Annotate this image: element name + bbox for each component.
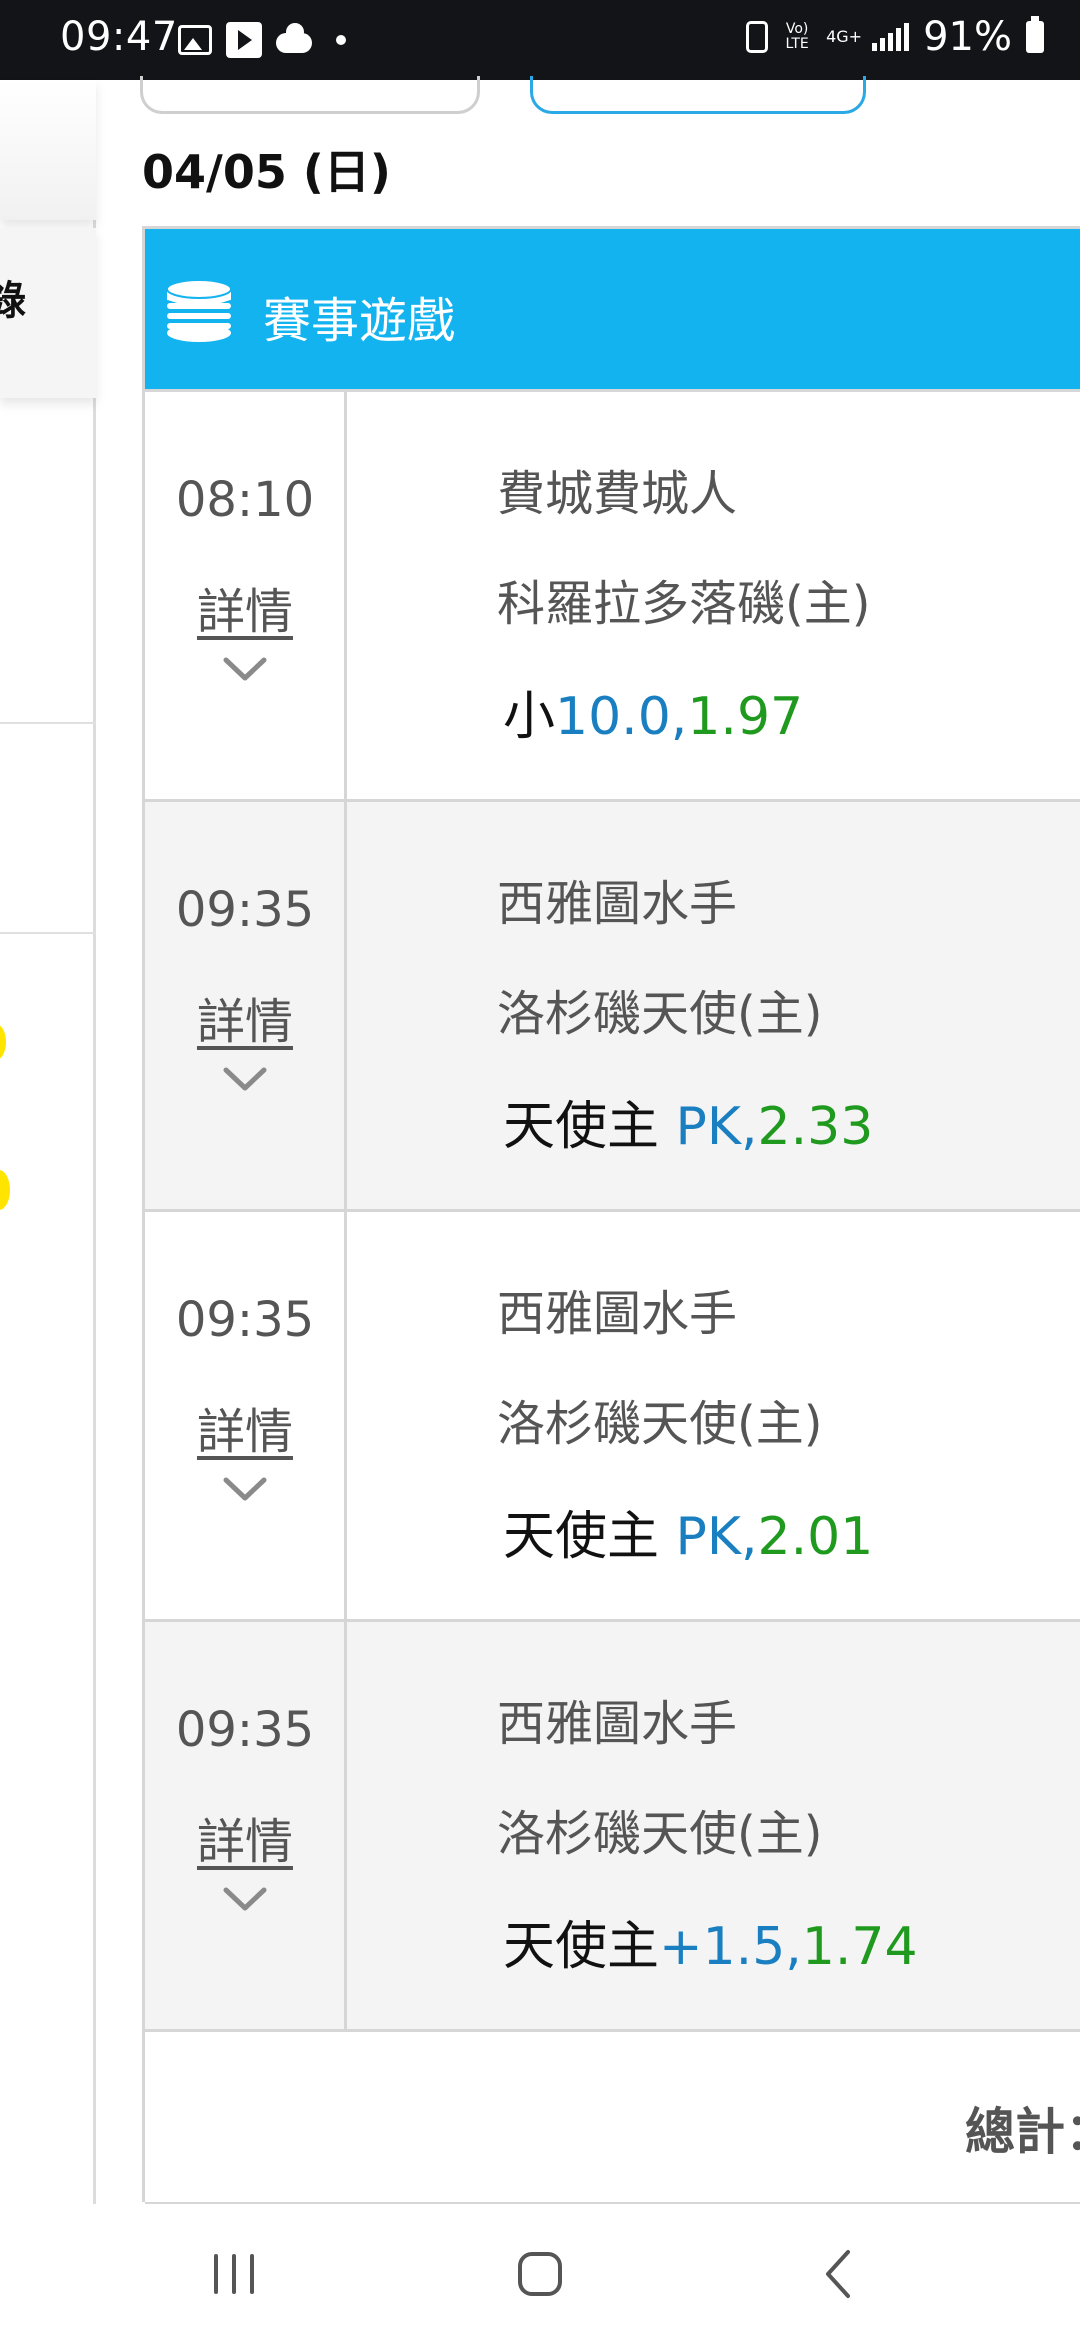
status-time: 09:47 — [60, 14, 178, 60]
date-heading: 04/05 (日) — [142, 145, 391, 199]
filter-button-right[interactable] — [530, 76, 866, 114]
gallery-icon — [178, 25, 212, 55]
bet-selection: 天使主 — [503, 1507, 676, 1567]
home-team: 洛杉磯天使(主) — [497, 986, 823, 1042]
bet-odds: 2.01 — [757, 1507, 874, 1567]
back-icon[interactable] — [800, 2244, 880, 2304]
chevron-down-icon[interactable] — [222, 1884, 268, 1914]
chevron-down-icon[interactable] — [222, 1064, 268, 1094]
home-team: 洛杉磯天使(主) — [497, 1806, 823, 1862]
notification-icons — [178, 20, 346, 60]
drawer-card-menu[interactable]: 錄 — [0, 228, 96, 398]
bet-handicap: +1.5, — [659, 1917, 802, 1977]
match-row: 09:35 詳情 西雅圖水手 洛杉磯天使(主) 天使主+1.5,1.74 — [145, 1619, 1080, 2029]
match-time: 08:10 — [175, 472, 315, 528]
side-drawer: 錄 — [0, 80, 96, 2204]
chevron-down-icon[interactable] — [222, 1474, 268, 1504]
bet-handicap: PK, — [675, 1097, 758, 1157]
details-link[interactable]: 詳情 — [145, 1392, 345, 1462]
bet-handicap: PK, — [675, 1507, 758, 1567]
matches-table: 賽事遊戲 08:10 詳情 費城費城人 科羅拉多落磯(主) 小10.0,1.97… — [142, 226, 1080, 2205]
match-time: 09:35 — [175, 882, 315, 938]
system-nav-bar — [0, 2204, 1080, 2340]
signal-icon — [872, 23, 910, 51]
drawer-item[interactable] — [0, 722, 96, 934]
promo-graphic — [0, 1024, 6, 1060]
battery-icon — [1026, 16, 1044, 53]
home-team: 科羅拉多落磯(主) — [497, 576, 871, 632]
match-time-cell: 09:35 詳情 — [145, 1622, 347, 2029]
match-row: 08:10 詳情 費城費城人 科羅拉多落磯(主) 小10.0,1.97 — [145, 389, 1080, 799]
away-team: 西雅圖水手 — [497, 1696, 738, 1752]
match-time: 09:35 — [175, 1292, 315, 1348]
details-link[interactable]: 詳情 — [145, 982, 345, 1052]
match-time-cell: 09:35 詳情 — [145, 802, 347, 1209]
drawer-card[interactable] — [0, 80, 96, 220]
bet-odds: 1.97 — [687, 687, 804, 747]
match-row: 09:35 詳情 西雅圖水手 洛杉磯天使(主) 天使主 PK,2.33 — [145, 799, 1080, 1209]
volte-icon: Vo) LTE — [785, 21, 809, 52]
filter-button-left[interactable] — [140, 76, 480, 114]
network-4g-icon: 4G+ — [826, 27, 863, 46]
section-header: 賽事遊戲 — [145, 229, 1080, 389]
match-time: 09:35 — [175, 1702, 315, 1758]
promo-graphic — [0, 1170, 10, 1210]
away-team: 西雅圖水手 — [497, 1286, 738, 1342]
bet-selection: 小 — [503, 687, 556, 747]
match-time-cell: 09:35 詳情 — [145, 1212, 347, 1619]
recent-apps-icon[interactable] — [194, 2244, 274, 2304]
details-link[interactable]: 詳情 — [145, 572, 345, 642]
away-team: 西雅圖水手 — [497, 876, 738, 932]
bet-odds: 1.74 — [801, 1917, 918, 1977]
chevron-down-icon[interactable] — [222, 654, 268, 684]
total-row: 總計： — [145, 2029, 1080, 2205]
home-team: 洛杉磯天使(主) — [497, 1396, 823, 1452]
away-team: 費城費城人 — [497, 466, 738, 522]
total-label: 總計： — [965, 2103, 1080, 2161]
home-icon[interactable] — [500, 2244, 580, 2304]
system-icons: Vo) LTE 4G+ 91% — [746, 14, 1044, 60]
cloud-icon — [276, 23, 312, 53]
section-title: 賽事遊戲 — [263, 293, 456, 349]
notification-dot-icon — [336, 35, 346, 45]
bet-handicap: 10.0, — [555, 687, 688, 747]
bet-line: 天使主 PK,2.33 — [503, 1084, 873, 1159]
details-link[interactable]: 詳情 — [145, 1802, 345, 1872]
bet-odds: 2.33 — [757, 1097, 874, 1157]
drawer-card-label: 錄 — [0, 278, 26, 324]
bet-selection: 天使主 — [503, 1917, 660, 1977]
bet-line: 天使主 PK,2.01 — [503, 1494, 873, 1569]
bet-selection: 天使主 — [503, 1097, 676, 1157]
drawer-item[interactable] — [0, 432, 96, 724]
match-time-cell: 08:10 詳情 — [145, 392, 347, 799]
match-row: 09:35 詳情 西雅圖水手 洛杉磯天使(主) 天使主 PK,2.01 — [145, 1209, 1080, 1619]
status-bar: 09:47 Vo) LTE 4G+ 91% — [0, 0, 1080, 80]
coins-stack-icon — [166, 279, 232, 342]
battery-percent: 91% — [923, 14, 1012, 60]
video-player-icon — [226, 22, 262, 58]
sim-icon — [746, 21, 769, 53]
bet-line: 天使主+1.5,1.74 — [503, 1904, 918, 1979]
bet-line: 小10.0,1.97 — [503, 674, 803, 749]
